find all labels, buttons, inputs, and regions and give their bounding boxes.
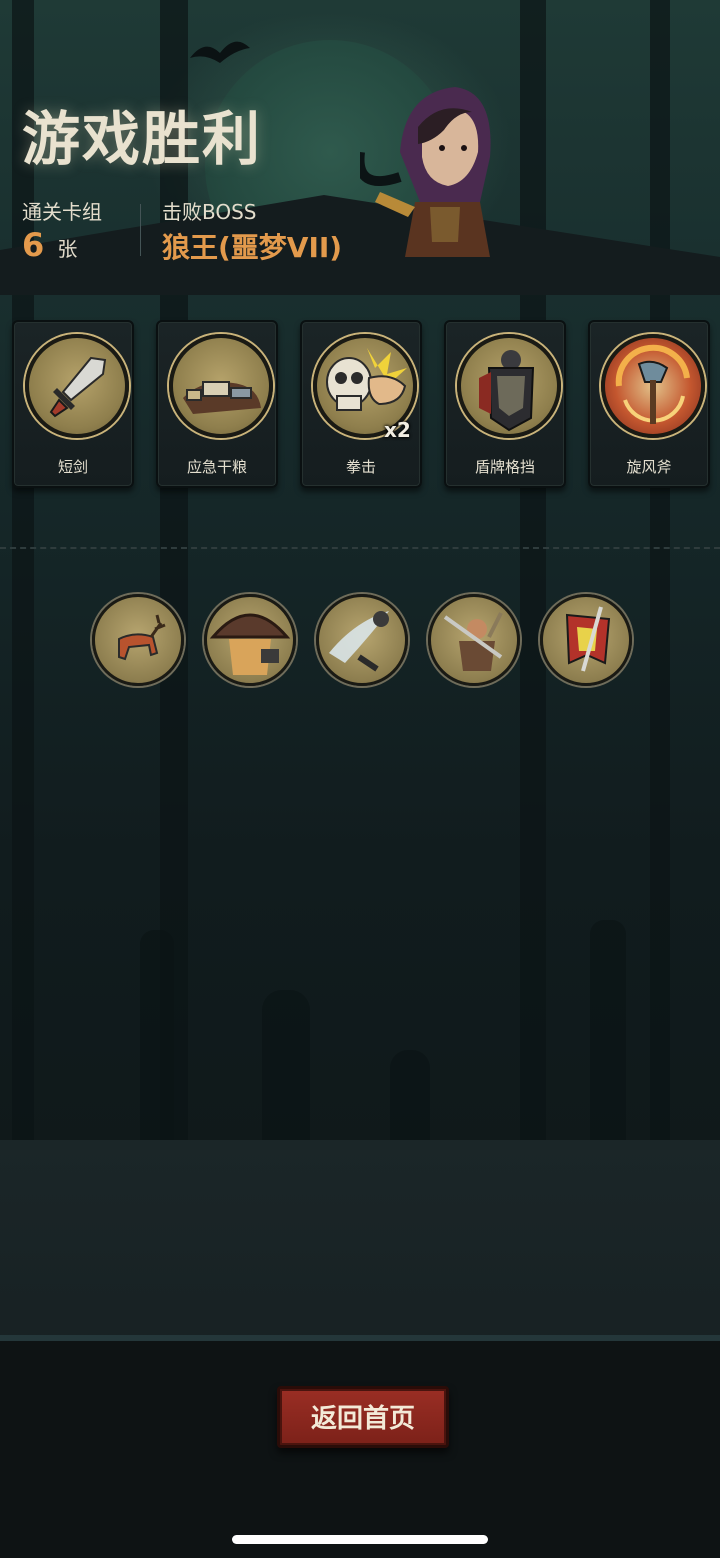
banner-relic-icon[interactable] (540, 594, 632, 686)
deck-unit: 张 (57, 237, 78, 261)
emergency-rations-icon (169, 334, 273, 438)
deck-count: 6 (22, 226, 45, 264)
ground (0, 1140, 720, 1360)
tree-silhouette (650, 0, 670, 1180)
rock-silhouette (590, 920, 626, 1140)
deck-label: 通关卡组 (22, 200, 102, 224)
tree-silhouette (520, 0, 546, 1150)
card-label: 盾牌格挡 (474, 458, 535, 476)
bat-icon (190, 41, 250, 63)
rock-silhouette (140, 930, 174, 1150)
card-label: 旋风斧 (626, 458, 672, 476)
boss-label: 击败BOSS (162, 200, 257, 224)
card-shield-block[interactable]: 盾牌格挡 (444, 320, 566, 488)
short-sword-icon (25, 334, 129, 438)
boss-name: 狼王(噩梦VII) (162, 231, 343, 264)
card-punch[interactable]: x2 拳击 (300, 320, 422, 488)
card-label: 应急干粮 (186, 458, 247, 476)
card-label: 拳击 (345, 458, 376, 476)
home-indicator[interactable] (232, 1535, 488, 1544)
deer-relic-icon[interactable] (92, 594, 184, 686)
card-short-sword[interactable]: 短剑 (12, 320, 134, 488)
shield-block-icon (457, 334, 561, 438)
warrior-relic-icon[interactable] (428, 594, 520, 686)
slash-relic-icon[interactable] (316, 594, 408, 686)
whirlwind-axe-icon (601, 334, 705, 438)
card-whirlwind-axe[interactable]: 旋风斧 (588, 320, 710, 488)
bottom-strip (0, 1341, 720, 1558)
deck-count-row: 6 张 (22, 226, 77, 264)
page-title: 游戏胜利 (22, 105, 263, 173)
section-divider (0, 547, 720, 549)
card-count-badge: x2 (384, 418, 411, 442)
stats-divider (140, 204, 141, 256)
card-label: 短剑 (57, 458, 88, 476)
card-emergency-rations[interactable]: 应急干粮 (156, 320, 278, 488)
hooded-hero-illustration (360, 87, 491, 257)
hat-relic-icon[interactable] (204, 594, 296, 686)
return-home-button[interactable]: 返回首页 (277, 1386, 449, 1448)
